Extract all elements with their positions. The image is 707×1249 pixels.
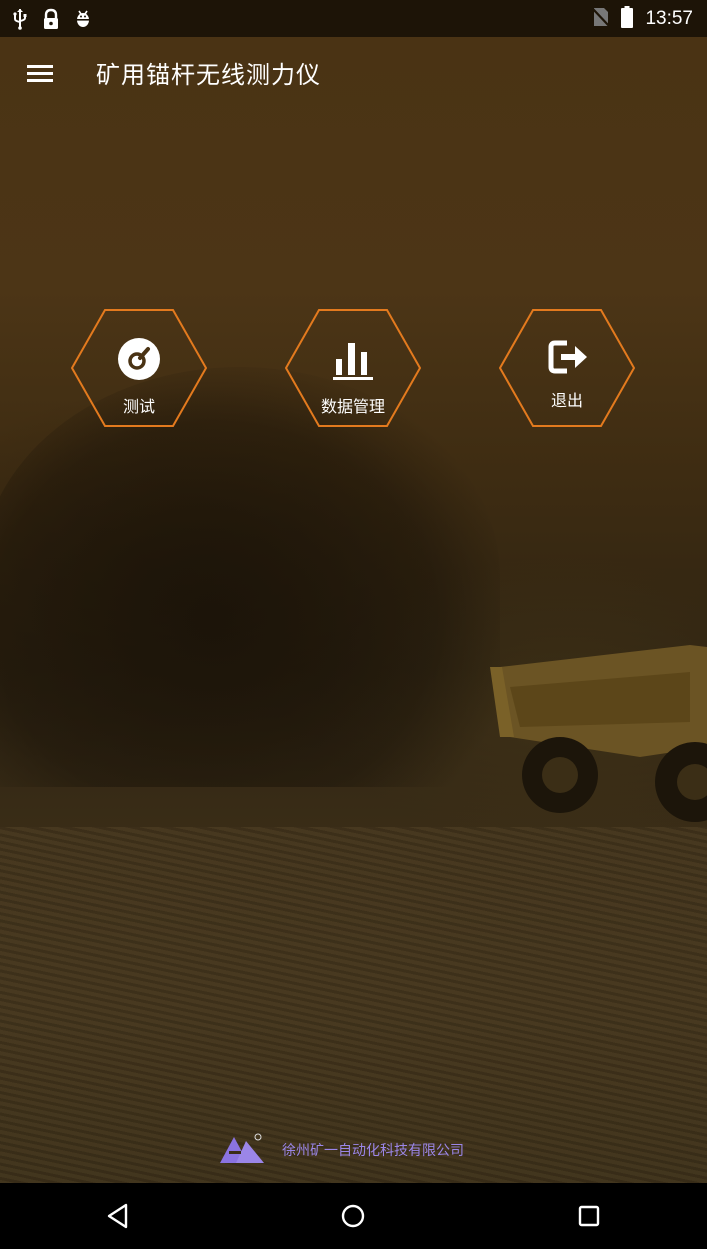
home-button[interactable] — [313, 1188, 393, 1244]
system-navigation-bar — [0, 1183, 707, 1249]
exit-menu-label: 退出 — [550, 391, 583, 410]
status-bar-right: 13:57 — [592, 0, 693, 37]
back-icon — [107, 1203, 128, 1229]
data-management-menu-label: 数据管理 — [320, 397, 385, 416]
android-debug-icon — [74, 8, 92, 30]
home-icon — [342, 1204, 365, 1228]
usb-icon — [12, 8, 28, 30]
recents-button[interactable] — [549, 1188, 629, 1244]
logout-icon — [548, 340, 587, 374]
app-toolbar: 矿用锚杆无线测力仪 — [0, 37, 707, 109]
gauge-icon — [118, 338, 160, 380]
coal-pile-background — [0, 367, 500, 787]
hamburger-menu-button[interactable] — [16, 51, 64, 95]
data-management-menu-button[interactable]: 数据管理 — [285, 309, 421, 427]
app-screen: 矿用锚杆无线测力仪 测试 数据管理 退出 徐州矿一自动化科技有限公司 — [0, 37, 707, 1183]
company-logo — [220, 1133, 264, 1163]
company-brand: 徐州矿一自动化科技有限公司 — [220, 1133, 464, 1167]
battery-icon — [621, 5, 634, 32]
ground-background — [0, 827, 707, 1183]
lock-icon — [42, 8, 60, 30]
status-bar-left — [0, 8, 92, 30]
test-menu-label: 测试 — [122, 397, 155, 416]
exit-menu-button[interactable]: 退出 — [499, 309, 635, 427]
mining-truck-image — [490, 645, 707, 822]
company-name: 徐州矿一自动化科技有限公司 — [282, 1143, 464, 1159]
no-sim-icon — [592, 7, 611, 31]
status-bar: 13:57 — [0, 0, 707, 37]
app-title: 矿用锚杆无线测力仪 — [96, 61, 321, 89]
back-button[interactable] — [78, 1188, 158, 1244]
test-menu-button[interactable]: 测试 — [71, 309, 207, 427]
recents-icon — [578, 1205, 600, 1227]
hamburger-menu-icon — [27, 65, 53, 82]
bar-chart-icon — [333, 343, 373, 380]
status-time: 13:57 — [645, 7, 693, 29]
